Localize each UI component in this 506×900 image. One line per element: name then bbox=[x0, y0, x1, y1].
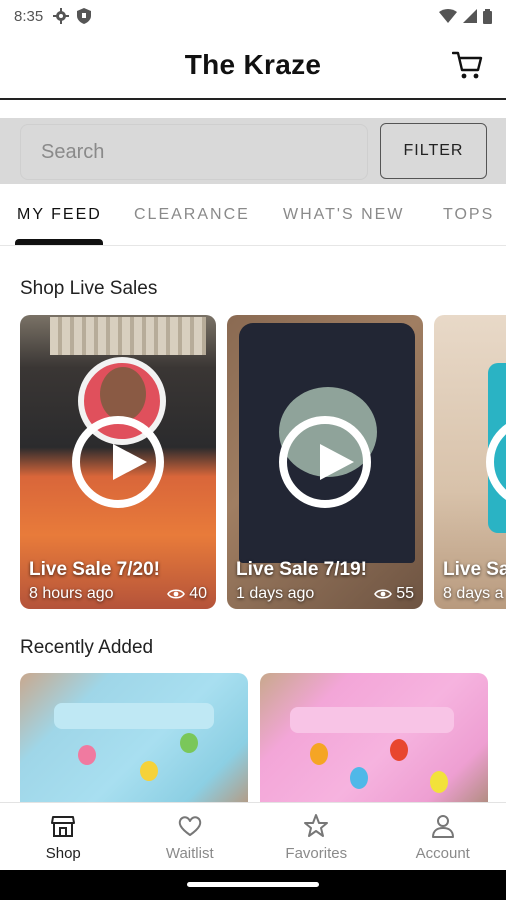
app-header: The Kraze bbox=[0, 32, 506, 98]
tab-my-feed[interactable]: MY FEED bbox=[17, 206, 102, 224]
eye-icon bbox=[374, 589, 393, 599]
search-bar: Search FILTER bbox=[0, 118, 506, 184]
star-icon bbox=[304, 814, 329, 837]
settings-icon bbox=[53, 8, 70, 24]
play-icon bbox=[72, 416, 164, 508]
live-sale-views: 40 bbox=[167, 585, 207, 603]
nav-account-label: Account bbox=[415, 845, 470, 862]
active-tab-indicator bbox=[15, 239, 103, 245]
tab-clearance[interactable]: CLEARANCE bbox=[134, 206, 250, 224]
live-sales-title: Shop Live Sales bbox=[20, 278, 158, 299]
live-sale-title: Live Sale 7/20! bbox=[29, 559, 160, 580]
person-icon bbox=[431, 815, 454, 838]
nav-shop[interactable]: Shop bbox=[0, 803, 127, 870]
tab-tops[interactable]: TOPS bbox=[443, 206, 494, 224]
shop-icon bbox=[51, 816, 76, 837]
app-screen: 8:35 The Kraze Search FILTER MY FEED CLE… bbox=[0, 0, 506, 900]
nav-waitlist[interactable]: Waitlist bbox=[127, 803, 254, 870]
battery-icon bbox=[483, 8, 492, 24]
live-sale-title: Live Sale 7/19! bbox=[236, 559, 367, 580]
live-sale-card[interactable]: Live Sa 8 days a bbox=[434, 315, 506, 609]
home-gesture-handle[interactable] bbox=[187, 882, 319, 887]
live-sale-card[interactable]: Live Sale 7/20! 8 hours ago 40 bbox=[20, 315, 216, 609]
live-sale-time: 1 days ago bbox=[236, 585, 315, 602]
nav-favorites[interactable]: Favorites bbox=[253, 803, 380, 870]
signal-icon bbox=[463, 9, 477, 23]
nav-waitlist-label: Waitlist bbox=[165, 845, 214, 862]
live-sale-view-count: 40 bbox=[189, 585, 207, 602]
nav-favorites-label: Favorites bbox=[285, 845, 348, 862]
play-icon bbox=[279, 416, 371, 508]
app-title: The Kraze bbox=[184, 49, 322, 80]
live-sale-time: 8 hours ago bbox=[29, 585, 114, 602]
product-card[interactable] bbox=[260, 673, 488, 813]
category-tabs: MY FEED CLEARANCE WHAT'S NEW TOPS bbox=[0, 188, 506, 246]
cart-icon bbox=[451, 51, 483, 79]
filter-button[interactable]: FILTER bbox=[380, 123, 487, 179]
status-bar: 8:35 bbox=[0, 0, 506, 32]
nav-shop-label: Shop bbox=[45, 845, 81, 862]
product-image bbox=[20, 673, 248, 813]
product-card[interactable] bbox=[20, 673, 248, 813]
header-divider bbox=[0, 98, 506, 100]
product-image bbox=[260, 673, 488, 813]
cart-button[interactable] bbox=[451, 50, 484, 80]
status-time: 8:35 bbox=[14, 7, 44, 25]
bottom-navigation: Shop Waitlist Favorites Account bbox=[0, 802, 506, 870]
heart-icon bbox=[178, 816, 202, 836]
system-gesture-bar bbox=[0, 870, 506, 900]
nav-account[interactable]: Account bbox=[380, 803, 506, 870]
recently-added-title: Recently Added bbox=[20, 637, 154, 658]
live-sale-title: Live Sa bbox=[443, 559, 506, 580]
tab-whats-new[interactable]: WHAT'S NEW bbox=[283, 206, 404, 224]
live-sale-views: 55 bbox=[374, 585, 414, 603]
wifi-icon bbox=[439, 9, 457, 23]
live-sale-time: 8 days a bbox=[443, 585, 504, 602]
shield-icon bbox=[77, 8, 92, 24]
live-sale-view-count: 55 bbox=[396, 585, 414, 602]
eye-icon bbox=[167, 589, 186, 599]
live-sale-card[interactable]: Live Sale 7/19! 1 days ago 55 bbox=[227, 315, 423, 609]
search-input[interactable]: Search bbox=[20, 124, 368, 180]
